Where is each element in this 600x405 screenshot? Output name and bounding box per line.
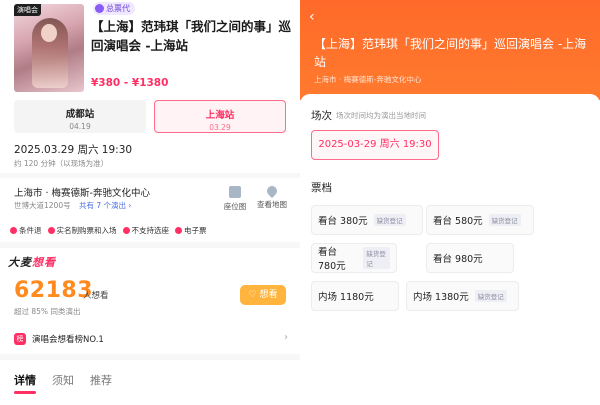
ticket-status-badge: 缺货登记	[363, 247, 390, 269]
city-tab-name: 成都站	[65, 109, 95, 120]
logo-text: 大麦	[8, 256, 32, 269]
ranking-icon: 榜	[14, 333, 26, 345]
venue-address: 世博大道1200号 共有 7 个演出 ›	[14, 200, 131, 211]
divider	[0, 173, 300, 178]
want-section-logo: 大麦想看	[8, 254, 56, 270]
divider	[0, 242, 300, 248]
detail-tabs: 详情 须知 推荐	[14, 372, 112, 394]
ticket-options-card: 场次 场次时间均为演出当地时间 2025-03-29 周六 19:30 票档 看…	[300, 94, 600, 405]
ticket-tier-label: 看台 980元	[433, 254, 483, 265]
policy-label: 条件退	[19, 226, 42, 235]
ticket-event-title: 【上海】范玮琪「我们之间的事」巡回演唱会 -上海站	[314, 37, 587, 69]
ticket-tier-option[interactable]: 看台 780元 缺货登记	[311, 243, 397, 273]
ticket-tier-option[interactable]: 内场 1380元 缺货登记	[406, 281, 519, 311]
policy-chip: 实名制购票和入场	[47, 225, 117, 236]
ranking-row[interactable]: 榜 演唱会想看榜NO.1	[14, 333, 104, 345]
policy-icon	[47, 227, 55, 234]
policy-label: 不支持选座	[131, 226, 170, 235]
want-count-unit: 人想看	[83, 291, 109, 301]
ticket-tier-option[interactable]: 看台 380元 缺货登记	[311, 205, 423, 235]
policy-row[interactable]: 条件退 实名制购票和入场 不支持选座 电子票	[10, 225, 207, 236]
ticket-select-panel: ‹ 【上海】范玮琪「我们之间的事」巡回演唱会 -上海站 上海市 · 梅赛德斯-奔…	[300, 0, 600, 405]
agent-badge-label: 总票代	[106, 4, 130, 13]
event-poster[interactable]: 演唱会	[14, 4, 84, 92]
policy-icon	[175, 227, 182, 234]
policy-label: 电子票	[184, 226, 207, 235]
venue-shows-link[interactable]: 共有 7 个演出 ›	[79, 201, 131, 210]
ticket-tier-label: 内场 1180元	[318, 292, 374, 303]
tab-recommend[interactable]: 推荐	[90, 372, 112, 388]
poster-face	[41, 24, 57, 42]
chevron-right-icon[interactable]: ›	[284, 332, 288, 343]
map-pin-icon	[264, 183, 280, 199]
back-icon[interactable]: ‹	[309, 9, 315, 25]
want-button[interactable]: ♡ 想看	[240, 285, 286, 305]
agent-badge-icon	[95, 4, 104, 13]
agent-badge: 总票代	[93, 2, 135, 15]
session-heading: 场次	[311, 110, 332, 122]
venue-name[interactable]: 上海市 · 梅赛德斯-奔驰文化中心	[14, 185, 150, 199]
want-count: 62183	[14, 278, 94, 303]
ticket-tier-label: 看台 780元	[318, 247, 346, 272]
view-map-label: 查看地图	[257, 200, 287, 209]
policy-icon	[10, 227, 17, 234]
event-detail-panel: 演唱会 总票代 【上海】范玮琪「我们之间的事」巡回演唱会 -上海站 ¥380 -…	[0, 0, 300, 405]
city-tab-name: 上海站	[205, 110, 235, 121]
ticket-tier-option[interactable]: 内场 1180元	[311, 281, 399, 311]
policy-chip: 不支持选座	[122, 225, 170, 236]
policy-label: 实名制购票和入场	[56, 226, 117, 235]
city-tab-date: 04.19	[69, 122, 91, 131]
policy-icon	[122, 227, 130, 234]
ticket-tier-heading: 票档	[311, 182, 332, 194]
city-tab-date: 03.29	[209, 123, 231, 132]
seat-map-button[interactable]: 座位图	[215, 186, 255, 212]
ticket-status-badge: 缺货登记	[474, 290, 507, 302]
event-duration: 约 120 分钟（以现场为准）	[14, 159, 109, 168]
ticket-tier-label: 看台 580元	[433, 216, 483, 227]
ticket-tier-option[interactable]: 看台 580元 缺货登记	[426, 205, 534, 235]
event-title: 【上海】范玮琪「我们之间的事」巡回演唱会 -上海站	[91, 19, 292, 53]
ticket-header: ‹ 【上海】范玮琪「我们之间的事」巡回演唱会 -上海站 上海市 · 梅赛德斯-奔…	[300, 0, 600, 100]
ranking-text: 演唱会想看榜NO.1	[32, 335, 104, 345]
tab-details[interactable]: 详情	[14, 372, 36, 394]
ticket-tier-label: 看台 380元	[318, 216, 368, 227]
ticket-tier-label: 内场 1380元	[413, 292, 469, 303]
poster-category-tag: 演唱会	[14, 4, 41, 16]
session-note: 场次时间均为演出当地时间	[336, 111, 426, 120]
ticket-event-location: 上海市 · 梅赛德斯-奔驰文化中心	[314, 75, 422, 84]
ticket-tier-option[interactable]: 看台 980元	[426, 243, 514, 273]
city-tab-shanghai[interactable]: 上海站 03.29	[154, 100, 286, 133]
ticket-status-badge: 缺货登记	[488, 214, 521, 226]
logo-text-accent: 想看	[32, 256, 56, 269]
seat-map-icon	[229, 186, 241, 198]
price-range: ¥380 - ¥1380	[91, 77, 169, 89]
address-text: 世博大道1200号	[14, 201, 71, 210]
ticket-status-badge: 缺货登记	[373, 214, 406, 226]
want-comparison: 超过 85% 同类演出	[14, 307, 81, 316]
policy-chip: 电子票	[175, 225, 207, 236]
event-datetime: 2025.03.29 周六 19:30	[14, 144, 133, 156]
seat-map-label: 座位图	[223, 202, 247, 211]
view-map-button[interactable]: 查看地图	[252, 183, 292, 210]
tab-notice[interactable]: 须知	[52, 372, 74, 388]
city-tab-chengdu[interactable]: 成都站 04.19	[14, 100, 146, 133]
divider	[0, 354, 300, 360]
policy-chip: 条件退	[10, 225, 42, 236]
session-option-selected[interactable]: 2025-03-29 周六 19:30	[311, 130, 439, 160]
